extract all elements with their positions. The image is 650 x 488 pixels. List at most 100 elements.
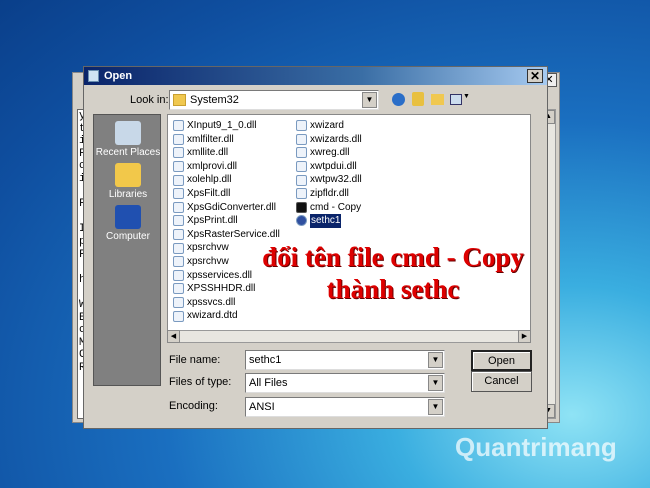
file-item[interactable]: xwizard.dtd	[173, 309, 280, 323]
chevron-down-icon[interactable]: ▼	[428, 375, 443, 391]
file-item[interactable]: XpsRasterService.dll	[173, 228, 280, 242]
file-name: xmllite.dll	[187, 147, 229, 159]
file-name: XpsRasterService.dll	[187, 228, 280, 240]
file-icon	[173, 283, 184, 295]
file-item[interactable]: XInput9_1_0.dll	[173, 119, 280, 133]
file-icon	[173, 229, 184, 241]
file-name: xpsrchvw	[187, 242, 229, 254]
place-libraries[interactable]: Libraries	[94, 163, 162, 200]
look-in-value: System32	[190, 94, 239, 106]
file-icon	[173, 310, 184, 322]
file-name: xolehlp.dll	[187, 174, 232, 186]
sethc-icon	[296, 215, 307, 227]
cancel-button[interactable]: Cancel	[471, 371, 532, 392]
dialog-title-bar: Open ✕	[84, 67, 547, 85]
file-icon	[173, 133, 184, 145]
file-icon	[173, 256, 184, 268]
file-item[interactable]: xmllite.dll	[173, 146, 280, 160]
encoding-value: ANSI	[249, 401, 275, 413]
file-icon	[173, 188, 184, 200]
file-type-dropdown[interactable]: All Files ▼	[245, 373, 445, 393]
file-item[interactable]: XpsPrint.dll	[173, 214, 280, 228]
file-icon	[173, 297, 184, 309]
place-recent-places[interactable]: Recent Places	[94, 121, 162, 158]
file-name-value: sethc1	[249, 354, 282, 366]
file-name-input[interactable]: sethc1 ▼	[245, 350, 445, 370]
file-item[interactable]: sethc1	[296, 214, 362, 228]
place-computer[interactable]: Computer	[94, 205, 162, 242]
view-menu-icon[interactable]	[450, 94, 462, 105]
file-item[interactable]: xwreg.dll	[296, 146, 362, 160]
file-item[interactable]: cmd - Copy	[296, 201, 362, 215]
file-name-label: File name:	[169, 354, 221, 366]
file-item[interactable]: xolehlp.dll	[173, 173, 280, 187]
chevron-down-icon[interactable]: ▼	[362, 92, 377, 108]
file-name: zipfldr.dll	[310, 187, 349, 199]
file-icon	[296, 161, 307, 173]
file-icon	[173, 269, 184, 281]
encoding-dropdown[interactable]: ANSI ▼	[245, 397, 445, 417]
file-name: xpsservices.dll	[187, 269, 253, 281]
encoding-label: Encoding:	[169, 400, 218, 412]
file-item[interactable]: XpsGdiConverter.dll	[173, 201, 280, 215]
file-icon	[296, 120, 307, 132]
file-name: xmlfilter.dll	[187, 133, 234, 145]
close-button[interactable]: ✕	[527, 69, 543, 83]
file-name: xpsrchvw	[187, 255, 229, 267]
file-name: XPSSHHDR.dll	[187, 283, 256, 295]
file-icon	[296, 147, 307, 159]
annotation-line-1: đổi tên file cmd - Copy	[262, 242, 524, 272]
scroll-left-button[interactable]: ◀	[167, 330, 180, 343]
file-icon	[173, 242, 184, 254]
horizontal-scrollbar[interactable]: ◀ ▶	[167, 330, 531, 343]
look-in-label: Look in:	[130, 94, 169, 106]
recent-places-icon	[115, 121, 141, 145]
place-label: Computer	[106, 231, 150, 242]
file-item[interactable]: xwizards.dll	[296, 133, 362, 147]
file-icon	[173, 161, 184, 173]
file-icon	[296, 188, 307, 200]
folder-icon	[173, 94, 186, 106]
annotation-line-2: thành sethc	[326, 274, 460, 304]
open-dialog: Open ✕ Look in: System32 ▼ ▼ Recent Plac…	[83, 66, 548, 429]
file-item[interactable]: xwizard	[296, 119, 362, 133]
file-name: xwreg.dll	[310, 147, 350, 159]
file-name: xwtpw32.dll	[310, 174, 362, 186]
annotation-text: đổi tên file cmd - Copy thành sethc	[248, 241, 538, 305]
notepad-icon	[88, 70, 99, 82]
scroll-right-button[interactable]: ▶	[518, 330, 531, 343]
file-name: XpsPrint.dll	[187, 215, 238, 227]
place-label: Recent Places	[95, 147, 161, 158]
file-icon	[173, 215, 184, 227]
view-chevron-icon[interactable]: ▼	[463, 93, 470, 100]
file-item[interactable]: xwtpdui.dll	[296, 160, 362, 174]
file-name: xwizard.dtd	[187, 310, 238, 322]
libraries-icon	[115, 163, 141, 187]
file-name: sethc1	[310, 214, 342, 228]
file-name: XpsFilt.dll	[187, 187, 231, 199]
file-name: XInput9_1_0.dll	[187, 120, 257, 131]
places-bar: Recent Places Libraries Computer	[93, 114, 161, 386]
file-name: xwtpdui.dll	[310, 160, 357, 172]
file-name: cmd - Copy	[310, 201, 362, 213]
look-in-dropdown[interactable]: System32 ▼	[169, 90, 379, 110]
open-button[interactable]: Open	[471, 350, 532, 371]
file-icon	[173, 120, 184, 132]
file-list[interactable]: XInput9_1_0.dll xmlfilter.dll xmllite.dll x…	[167, 114, 531, 332]
console-icon	[296, 201, 307, 213]
file-item[interactable]: xmlfilter.dll	[173, 133, 280, 147]
file-name: xpssvcs.dll	[187, 296, 236, 308]
file-icon	[296, 133, 307, 145]
file-name: xmlprovi.dll	[187, 160, 238, 172]
file-icon	[173, 147, 184, 159]
up-folder-icon[interactable]	[412, 92, 424, 106]
chevron-down-icon[interactable]: ▼	[428, 399, 443, 415]
chevron-down-icon[interactable]: ▼	[428, 352, 443, 368]
watermark-logo: Quantrimang	[455, 432, 617, 462]
new-folder-icon[interactable]	[431, 94, 444, 105]
file-item[interactable]: XpsFilt.dll	[173, 187, 280, 201]
file-item[interactable]: zipfldr.dll	[296, 187, 362, 201]
file-item[interactable]: xwtpw32.dll	[296, 173, 362, 187]
file-item[interactable]: xmlprovi.dll	[173, 160, 280, 174]
back-icon[interactable]	[392, 93, 405, 106]
